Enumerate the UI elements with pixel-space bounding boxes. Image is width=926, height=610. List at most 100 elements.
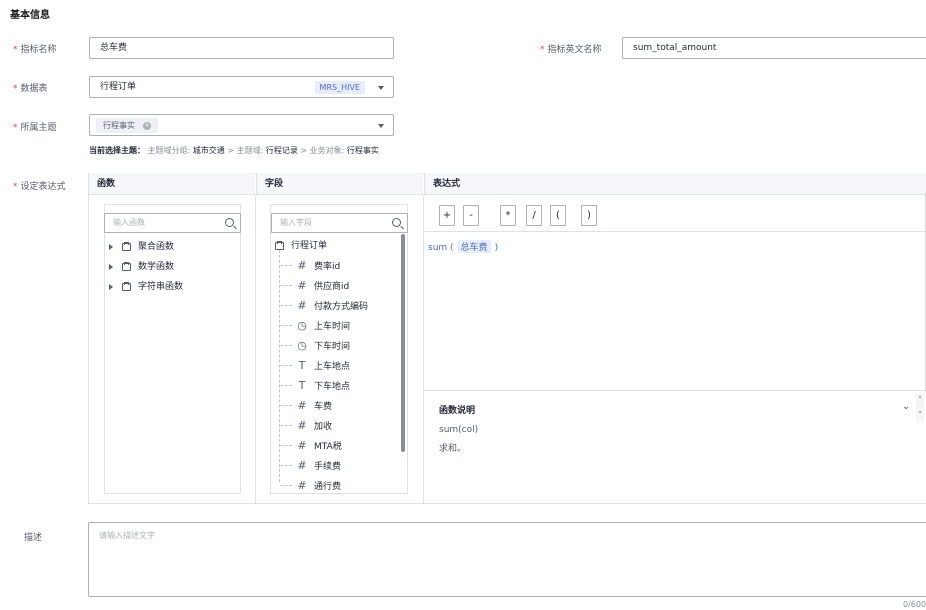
folder-icon [122,261,131,271]
topic-select[interactable]: 行程事实 × [89,114,394,136]
data-table-value: 行程订单 [100,82,137,92]
expr-close: ) [494,243,499,253]
number-icon: # [297,279,307,292]
function-group-item[interactable]: 数学函数 [109,259,174,272]
tree-connector [280,285,292,286]
tree-connector [280,465,292,466]
field-item[interactable]: # 手续费 [296,459,341,472]
field-item-label: 费率id [314,262,341,272]
field-search-placeholder: 输入字段 [280,218,312,227]
field-item-label: MTA税 [314,442,342,452]
expression-label-text: 设定表达式 [20,182,66,192]
expression-editor[interactable]: sum (总车费) [428,240,498,253]
minus-operator-button[interactable]: - [463,205,479,226]
search-icon[interactable] [225,218,234,227]
required-mark: * [13,45,18,55]
field-item[interactable]: T 上车地点 [296,359,350,372]
field-root[interactable]: 行程订单 [275,238,327,251]
multiply-operator-button[interactable]: * [500,205,516,226]
clock-icon: ◷ [297,319,307,332]
search-icon[interactable] [392,218,401,227]
description-scrollbar[interactable]: ▴ ▾ [916,393,924,423]
description-textarea[interactable]: 请输入描述文字 [88,522,926,597]
field-item[interactable]: # 车费 [296,399,332,412]
function-group-label: 数学函数 [138,262,175,272]
field-item[interactable]: ◷ 下车时间 [296,339,350,352]
tree-connector [280,445,292,446]
open-paren-button[interactable]: ( [550,205,566,226]
folder-icon [122,241,131,251]
expr-function: sum ( [428,243,454,253]
section-title: 基本信息 [10,10,50,21]
metric-en-name-input[interactable]: sum_total_amount [622,37,926,59]
plus-operator-button[interactable]: + [439,205,455,226]
hint-group-value: 城市交通 [192,146,225,155]
tree-connector [280,345,292,346]
hint-prefix: 当前选择主题： [89,146,145,155]
expand-icon[interactable] [109,283,113,290]
chevron-down-icon[interactable]: ⌄ [902,401,910,412]
close-paren-button[interactable]: ) [581,205,597,226]
topic-label: * 所属主题 [13,120,57,133]
column-divider [255,195,256,504]
expand-icon[interactable] [109,243,113,250]
hint-object-value: 行程事实 [346,146,379,155]
data-table-select[interactable]: 行程订单 MRS_HIVE [89,76,394,98]
function-group-label: 聚合函数 [138,242,175,252]
field-item[interactable]: # 付款方式编码 [296,299,368,312]
required-mark: * [13,123,18,133]
field-item[interactable]: ◷ 上车时间 [296,319,350,332]
field-item-label: 下车时间 [314,342,351,352]
expression-label: * 设定表达式 [13,179,66,192]
field-search-input[interactable]: 输入字段 [271,213,408,233]
topic-chip-label: 行程事实 [103,121,135,130]
source-tag: MRS_HIVE [314,81,365,94]
field-item[interactable]: T 下车地点 [296,379,350,392]
field-item-label: 手续费 [314,462,342,472]
data-table-label-text: 数据表 [20,84,48,94]
function-group-item[interactable]: 聚合函数 [109,239,174,252]
function-description-panel: 函数说明 sum(col) 求和。 ⌄ ▴ ▾ [424,390,926,503]
field-root-label: 行程订单 [291,241,328,251]
fields-scrollbar[interactable] [401,234,405,452]
expand-icon[interactable] [109,263,113,270]
tree-connector [280,365,292,366]
number-icon: # [297,419,307,432]
field-item[interactable]: # 费率id [296,259,340,272]
fields-header: 字段 [256,173,423,195]
required-mark: * [13,84,18,94]
scroll-down-icon[interactable]: ▾ [916,409,924,417]
function-search-input[interactable]: 输入函数 [104,213,241,233]
number-icon: # [297,479,307,492]
text-icon: T [298,379,306,392]
close-icon[interactable]: × [143,121,151,130]
tree-connector [280,265,292,266]
tree-connector [280,325,292,326]
expression-header: 表达式 [424,173,926,195]
caret-down-icon [378,124,384,128]
scroll-up-icon[interactable]: ▴ [916,393,924,401]
expr-field-token[interactable]: 总车费 [457,240,491,253]
folder-icon [122,281,131,291]
field-item[interactable]: # 加收 [296,419,332,432]
field-item-label: 加收 [314,422,333,432]
metric-name-input[interactable]: 总车费 [89,37,394,59]
field-item-label: 付款方式编码 [314,302,369,312]
metric-name-label-text: 指标名称 [20,45,57,55]
metric-en-name-label-text: 指标英文名称 [547,45,602,55]
tree-connector [280,425,292,426]
tree-connector [280,405,292,406]
topic-hint: 当前选择主题： 主题域分组: 城市交通 > 主题域: 行程记录 > 业务对象: … [89,145,379,156]
field-item[interactable]: # 通行费 [296,479,341,492]
function-description-title: 函数说明 [439,406,476,416]
hint-domain-value: 行程记录 [265,146,298,155]
field-item[interactable]: # MTA税 [296,439,342,452]
metric-en-name-label: * 指标英文名称 [540,42,602,55]
field-item-label: 供应商id [314,282,350,292]
field-item[interactable]: # 供应商id [296,279,349,292]
function-group-item[interactable]: 字符串函数 [109,279,183,292]
divide-operator-button[interactable]: / [526,205,542,226]
function-group-label: 字符串函数 [138,282,184,292]
tree-connector [280,305,292,306]
number-icon: # [297,439,307,452]
